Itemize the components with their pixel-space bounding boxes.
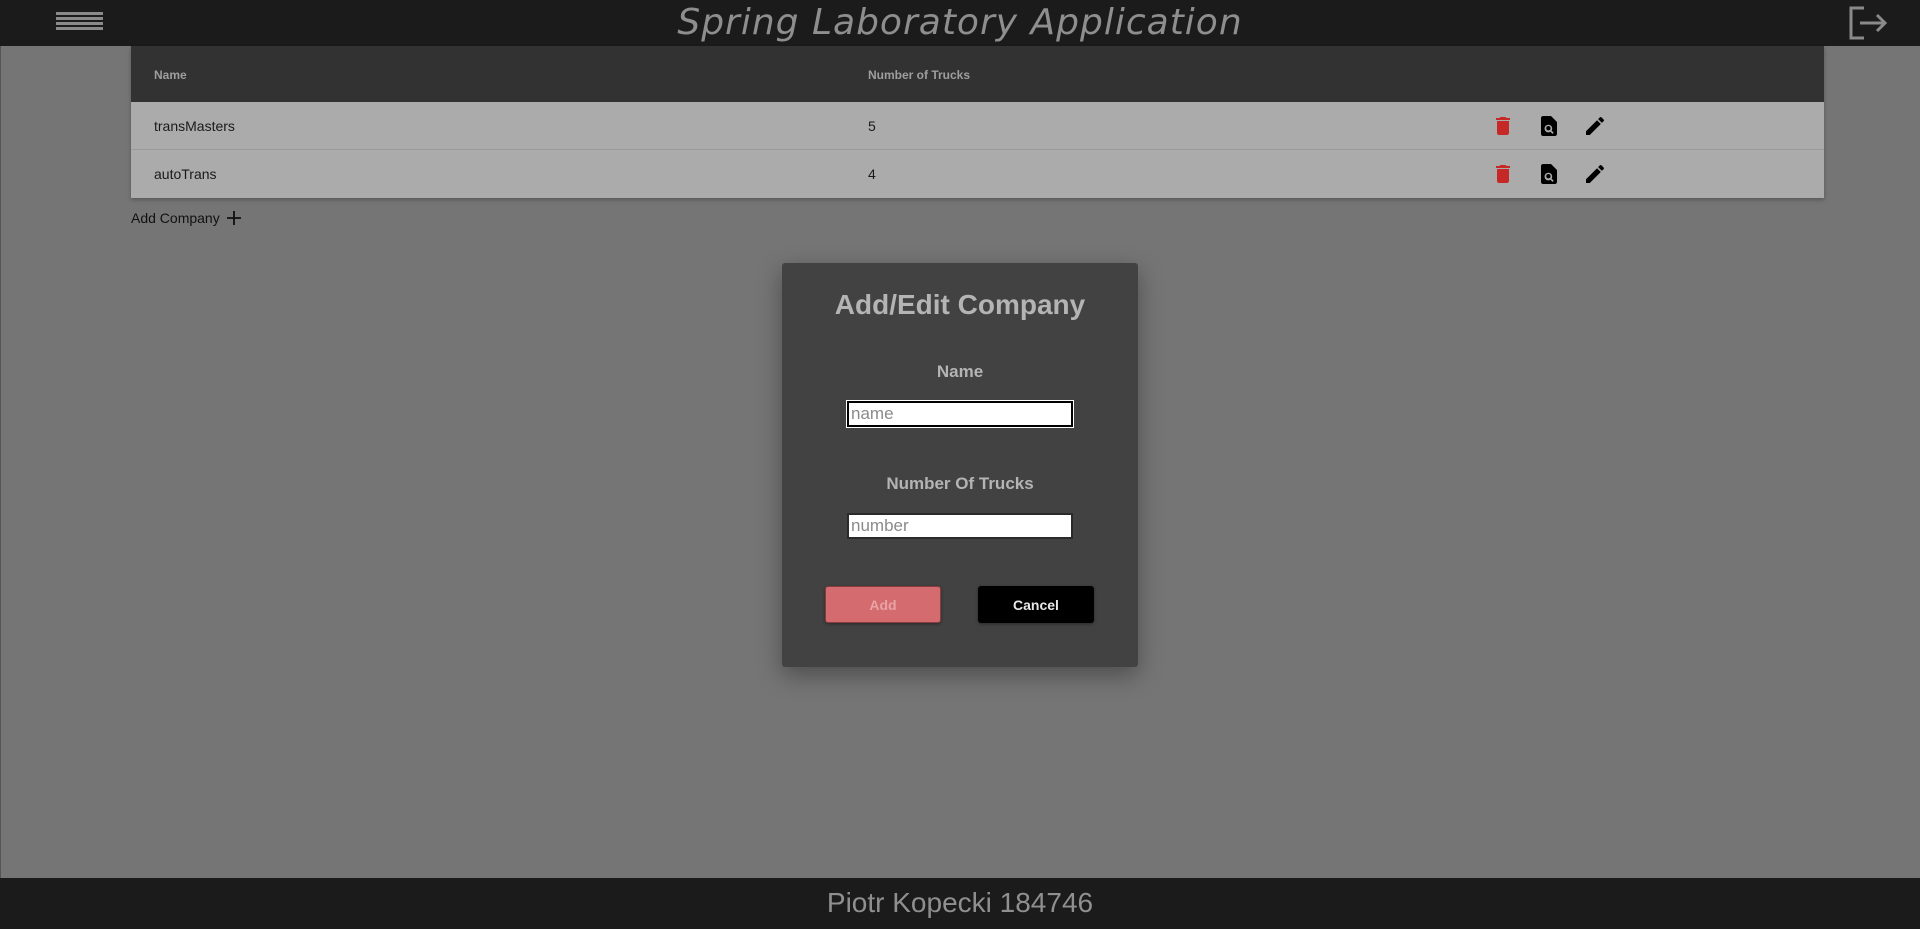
add-company-button[interactable]: Add Company <box>131 208 244 228</box>
left-border <box>0 46 1 878</box>
delete-icon[interactable] <box>1491 162 1515 186</box>
column-header-trucks: Number of Trucks <box>868 68 971 82</box>
name-label: Name <box>936 362 984 381</box>
edit-icon[interactable] <box>1583 162 1607 186</box>
footer-text: Piotr Kopecki 184746 <box>826 887 1094 918</box>
trucks-count-cell: 4 <box>868 166 876 182</box>
number-of-trucks-input[interactable] <box>847 513 1073 539</box>
number-of-trucks-label: Number Of Trucks <box>886 474 1034 493</box>
footer: Piotr Kopecki 184746 <box>0 878 1920 929</box>
delete-icon[interactable] <box>1491 114 1515 138</box>
company-name-cell: autoTrans <box>154 166 217 182</box>
cancel-button[interactable]: Cancel <box>978 586 1094 623</box>
view-details-icon[interactable] <box>1537 162 1561 186</box>
table-row: autoTrans 4 <box>131 150 1824 198</box>
view-details-icon[interactable] <box>1537 114 1561 138</box>
app-header: Spring Laboratory Application <box>0 0 1920 46</box>
logout-icon[interactable] <box>1848 6 1888 40</box>
column-header-name: Name <box>154 68 187 82</box>
name-input[interactable] <box>847 401 1073 427</box>
plus-icon <box>224 208 244 228</box>
trucks-count-cell: 5 <box>868 118 876 134</box>
edit-icon[interactable] <box>1583 114 1607 138</box>
add-edit-company-dialog: Add/Edit Company Name Number Of Trucks A… <box>782 263 1138 667</box>
add-button[interactable]: Add <box>825 586 941 623</box>
add-company-label: Add Company <box>131 210 220 226</box>
companies-table: Name Number of Trucks transMasters 5 aut… <box>131 46 1824 198</box>
company-name-cell: transMasters <box>154 118 235 134</box>
table-row: transMasters 5 <box>131 102 1824 150</box>
dialog-title: Add/Edit Company <box>834 289 1086 320</box>
app-title: Spring Laboratory Application <box>677 2 1243 43</box>
table-header: Name Number of Trucks <box>131 46 1824 102</box>
